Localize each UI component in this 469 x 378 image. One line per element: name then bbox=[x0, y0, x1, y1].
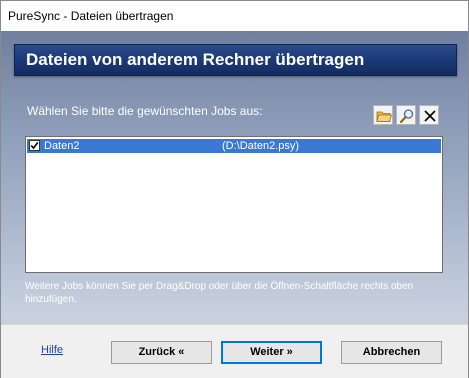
open-job-button[interactable] bbox=[373, 105, 393, 125]
back-button[interactable]: Zurück « bbox=[111, 341, 212, 364]
dialog-body: Dateien von anderem Rechner übertragen W… bbox=[1, 31, 468, 378]
job-name: Daten2 bbox=[44, 140, 80, 152]
title-bar[interactable]: PureSync - Dateien übertragen bbox=[1, 1, 468, 31]
search-job-button[interactable] bbox=[396, 105, 416, 125]
drag-drop-hint: Weitere Jobs können Sie per Drag&Drop od… bbox=[25, 281, 414, 305]
dialog-window: PureSync - Dateien übertragen Dateien vo… bbox=[0, 0, 469, 378]
header-banner: Dateien von anderem Rechner übertragen bbox=[14, 44, 457, 76]
list-item[interactable]: Daten2 (D:\Daten2.psy) bbox=[27, 139, 441, 153]
button-bar: Hilfe Zurück « Weiter » Abbrechen bbox=[1, 324, 468, 378]
job-path: (D:\Daten2.psy) bbox=[222, 140, 300, 152]
jobs-list[interactable]: Daten2 (D:\Daten2.psy) bbox=[25, 136, 443, 273]
help-link[interactable]: Hilfe bbox=[41, 344, 63, 356]
jobs-prompt-label: Wählen Sie bitte die gewünschten Jobs au… bbox=[27, 104, 263, 118]
next-button[interactable]: Weiter » bbox=[221, 341, 322, 364]
page-title: Dateien von anderem Rechner übertragen bbox=[26, 50, 365, 69]
window-title: PureSync - Dateien übertragen bbox=[8, 9, 174, 23]
job-checkbox[interactable] bbox=[29, 140, 40, 151]
remove-job-button[interactable] bbox=[419, 105, 439, 125]
cancel-button[interactable]: Abbrechen bbox=[341, 341, 442, 364]
